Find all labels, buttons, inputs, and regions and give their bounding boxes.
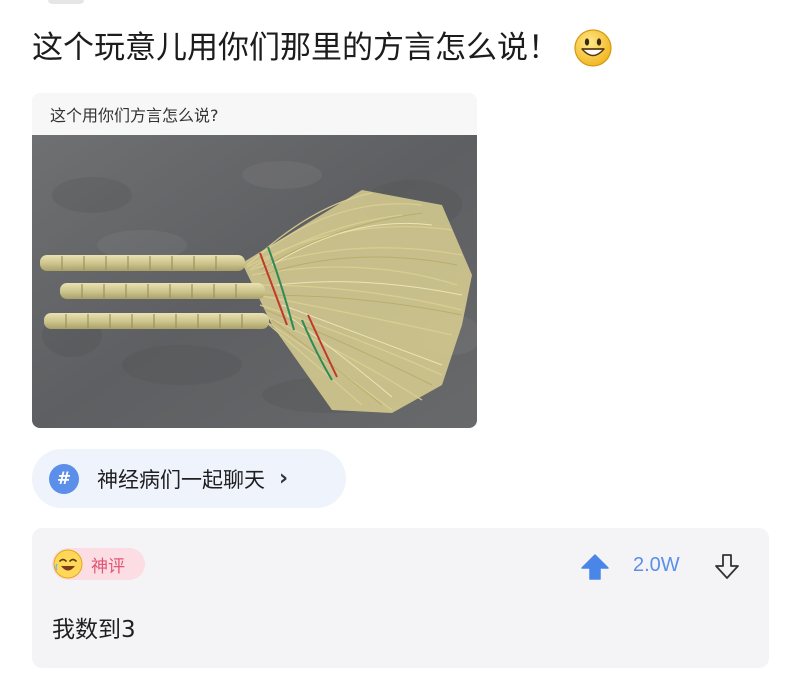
comment-text: 我数到3: [52, 617, 136, 643]
god-comment-badge: 神评: [52, 548, 145, 580]
grinning-face-icon: [574, 29, 612, 67]
god-comment-label: 神评: [91, 556, 125, 577]
post-image-card[interactable]: 这个用你们方言怎么说?: [32, 93, 477, 428]
topic-chip[interactable]: # 神经病们一起聊天 ›: [32, 449, 346, 508]
topic-label: 神经病们一起聊天: [97, 467, 265, 492]
upvote-arrow-icon[interactable]: [580, 552, 610, 582]
chevron-right-icon: ›: [279, 466, 289, 491]
hashtag-icon: #: [49, 463, 79, 494]
top-comment-card[interactable]: 神评 2.0W 我数到3: [32, 528, 769, 668]
vote-count: 2.0W: [633, 554, 680, 576]
broom-photo[interactable]: [32, 135, 477, 428]
post-page: 这个玩意儿用你们那里的方言怎么说！ 这个用你们方言怎么说? # 神经病们一起聊天…: [0, 0, 800, 677]
laughing-face-icon: [53, 549, 83, 579]
downvote-arrow-icon[interactable]: [713, 552, 741, 582]
post-title-text: 这个玩意儿用你们那里的方言怎么说！: [32, 30, 559, 66]
image-caption: 这个用你们方言怎么说?: [32, 93, 477, 135]
post-title: 这个玩意儿用你们那里的方言怎么说！: [32, 28, 613, 68]
top-divider: [48, 0, 84, 4]
